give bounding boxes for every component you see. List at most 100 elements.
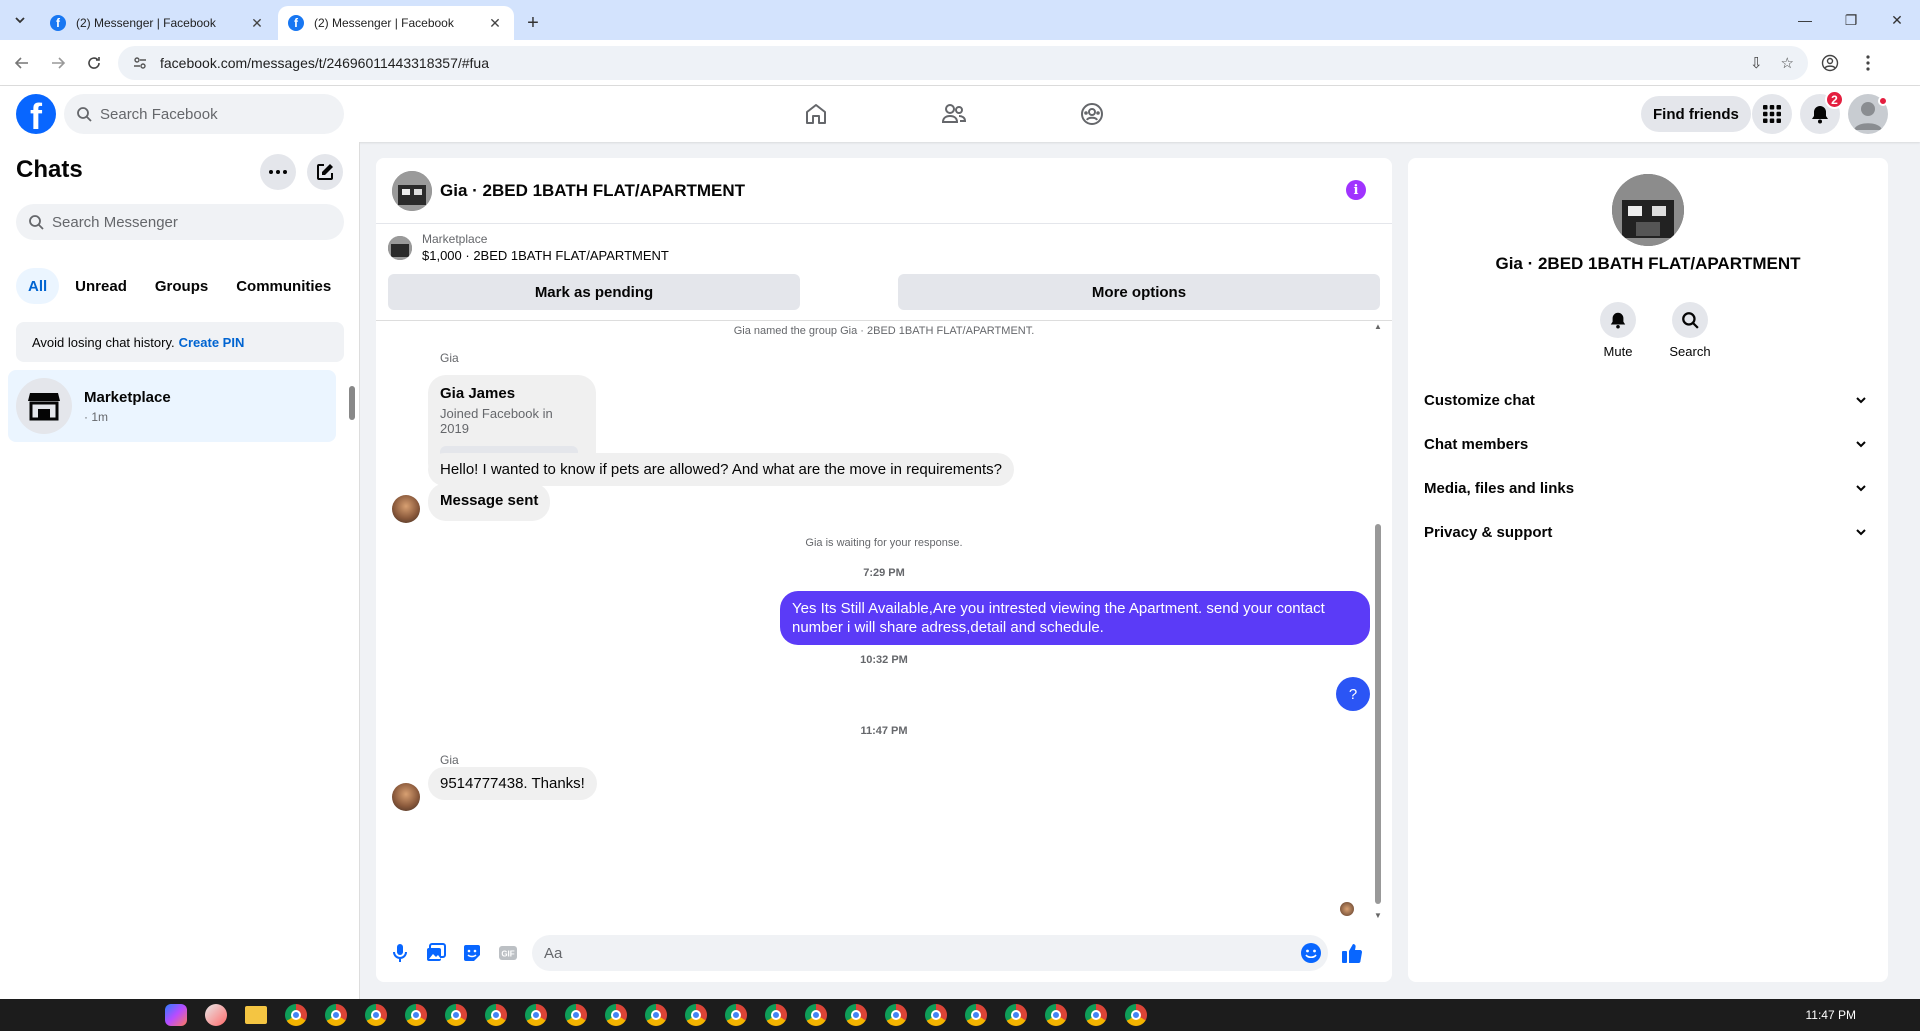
outgoing-message-bubble[interactable]: Yes Its Still Available,Are you intreste… bbox=[780, 591, 1370, 645]
sidebar-scrollbar-thumb[interactable] bbox=[349, 386, 355, 420]
close-tab-icon[interactable]: ✕ bbox=[486, 15, 504, 32]
search-in-conversation-button[interactable] bbox=[1672, 302, 1708, 338]
sender-avatar[interactable] bbox=[392, 783, 420, 811]
chrome-taskbar-icon[interactable] bbox=[956, 999, 996, 1031]
new-tab-button[interactable]: + bbox=[516, 6, 550, 40]
chrome-taskbar-icon[interactable] bbox=[476, 999, 516, 1031]
message-input-box[interactable] bbox=[532, 935, 1328, 971]
filter-groups[interactable]: Groups bbox=[143, 268, 220, 304]
chrome-taskbar-icon[interactable] bbox=[1036, 999, 1076, 1031]
chrome-taskbar-icon[interactable] bbox=[836, 999, 876, 1031]
filter-all[interactable]: All bbox=[16, 268, 60, 304]
notifications-button[interactable]: 2 bbox=[1800, 90, 1844, 134]
chrome-taskbar-icon[interactable] bbox=[676, 999, 716, 1031]
voice-clip-button[interactable] bbox=[382, 935, 418, 971]
profile-icon[interactable] bbox=[1814, 47, 1846, 79]
emoji-icon[interactable] bbox=[1300, 942, 1322, 964]
forward-button[interactable] bbox=[44, 49, 72, 77]
sidebar-scrollbar[interactable] bbox=[348, 374, 356, 434]
chrome-taskbar-icon[interactable] bbox=[316, 999, 356, 1031]
find-friends-button[interactable]: Find friends bbox=[1641, 96, 1751, 132]
minimize-icon[interactable]: — bbox=[1782, 0, 1828, 40]
groups-nav-button[interactable] bbox=[1036, 86, 1148, 142]
close-tab-icon[interactable]: ✕ bbox=[248, 15, 266, 32]
chrome-taskbar-icon[interactable] bbox=[396, 999, 436, 1031]
filter-unread[interactable]: Unread bbox=[63, 268, 139, 304]
filter-communities[interactable]: Communities bbox=[224, 268, 343, 304]
listing-thumb[interactable] bbox=[388, 235, 412, 260]
chat-options-button[interactable] bbox=[260, 154, 296, 190]
info-icon[interactable]: i bbox=[1346, 180, 1366, 200]
reload-button[interactable] bbox=[80, 49, 108, 77]
message-input[interactable] bbox=[544, 944, 1300, 962]
chrome-taskbar-icon[interactable] bbox=[356, 999, 396, 1031]
chrome-taskbar-icon[interactable] bbox=[1116, 999, 1156, 1031]
chrome-taskbar-icon[interactable] bbox=[636, 999, 676, 1031]
message-bubble[interactable]: Hello! I wanted to know if pets are allo… bbox=[428, 453, 1014, 486]
home-nav-button[interactable] bbox=[760, 86, 872, 142]
browser-tab-1[interactable]: f (2) Messenger | Facebook ✕ bbox=[40, 6, 276, 40]
chrome-taskbar-icon[interactable] bbox=[716, 999, 756, 1031]
sender-avatar[interactable] bbox=[392, 495, 420, 523]
mute-action[interactable]: Mute bbox=[1588, 302, 1648, 359]
taskbar-clock[interactable]: 11:47 PM bbox=[1806, 999, 1856, 1031]
address-bar[interactable]: facebook.com/messages/t/2469601144331835… bbox=[118, 45, 1808, 80]
scroll-up-arrow-icon[interactable]: ▲ bbox=[1372, 322, 1384, 331]
mark-as-pending-button[interactable]: Mark as pending bbox=[388, 274, 800, 310]
media-files-links-section[interactable]: Media, files and links bbox=[1416, 466, 1880, 510]
scroll-down-arrow-icon[interactable]: ▼ bbox=[1372, 911, 1384, 920]
chrome-taskbar-icon[interactable] bbox=[796, 999, 836, 1031]
conversation-scrollbar[interactable]: ▲ ▼ bbox=[1372, 322, 1384, 920]
listing-avatar[interactable] bbox=[392, 170, 432, 211]
chrome-taskbar-icon[interactable] bbox=[436, 999, 476, 1031]
message-bubble[interactable]: Message sent bbox=[428, 483, 551, 521]
facebook-logo-icon[interactable]: f bbox=[16, 94, 56, 134]
paint-taskbar-icon[interactable] bbox=[196, 999, 236, 1031]
outgoing-message-bubble[interactable]: ? bbox=[1336, 677, 1370, 711]
bookmark-star-icon[interactable]: ☆ bbox=[1781, 54, 1794, 72]
message-bubble[interactable]: 9514777438. Thanks! bbox=[428, 767, 597, 800]
install-app-icon[interactable]: ⇩ bbox=[1750, 54, 1763, 72]
create-pin-link[interactable]: Create PIN bbox=[179, 335, 245, 350]
facebook-search[interactable] bbox=[64, 94, 344, 134]
gif-button[interactable]: GIF bbox=[490, 935, 526, 971]
chrome-taskbar-icon[interactable] bbox=[276, 999, 316, 1031]
site-settings-icon[interactable] bbox=[132, 55, 148, 71]
new-message-button[interactable] bbox=[307, 154, 343, 190]
conversation-title[interactable]: Gia · 2BED 1BATH FLAT/APARTMENT bbox=[440, 181, 745, 201]
tab-search-button[interactable] bbox=[0, 0, 40, 40]
privacy-support-section[interactable]: Privacy & support bbox=[1416, 510, 1880, 554]
chat-members-section[interactable]: Chat members bbox=[1416, 422, 1880, 466]
messenger-search[interactable] bbox=[16, 204, 344, 240]
messenger-search-input[interactable] bbox=[52, 213, 322, 231]
close-window-icon[interactable]: ✕ bbox=[1874, 0, 1920, 40]
customize-chat-section[interactable]: Customize chat bbox=[1416, 378, 1880, 422]
chrome-taskbar-icon[interactable] bbox=[876, 999, 916, 1031]
search-action[interactable]: Search bbox=[1660, 302, 1720, 359]
chrome-taskbar-icon[interactable] bbox=[756, 999, 796, 1031]
like-button[interactable] bbox=[1334, 935, 1370, 971]
chrome-taskbar-icon[interactable] bbox=[996, 999, 1036, 1031]
restore-icon[interactable]: ❐ bbox=[1828, 0, 1874, 40]
menu-grid-button[interactable] bbox=[1752, 94, 1792, 134]
copilot-taskbar-icon[interactable] bbox=[156, 999, 196, 1031]
browser-tab-2[interactable]: f (2) Messenger | Facebook ✕ bbox=[278, 6, 514, 40]
file-explorer-taskbar-icon[interactable] bbox=[236, 999, 276, 1031]
facebook-search-input[interactable] bbox=[100, 105, 320, 123]
chrome-taskbar-icon[interactable] bbox=[1076, 999, 1116, 1031]
listing-price-title[interactable]: $1,000 · 2BED 1BATH FLAT/APARTMENT bbox=[422, 248, 669, 263]
more-options-button[interactable]: More options bbox=[898, 274, 1380, 310]
chrome-taskbar-icon[interactable] bbox=[516, 999, 556, 1031]
sticker-button[interactable] bbox=[454, 935, 490, 971]
browser-menu-icon[interactable] bbox=[1852, 47, 1884, 79]
chrome-taskbar-icon[interactable] bbox=[596, 999, 636, 1031]
back-button[interactable] bbox=[8, 49, 36, 77]
mute-button[interactable] bbox=[1600, 302, 1636, 338]
chrome-taskbar-icon[interactable] bbox=[556, 999, 596, 1031]
conversation-scrollbar-thumb[interactable] bbox=[1375, 524, 1381, 904]
details-avatar[interactable] bbox=[1612, 174, 1684, 246]
attach-media-button[interactable] bbox=[418, 935, 454, 971]
chat-list-item[interactable]: Marketplace · 1m bbox=[8, 370, 336, 442]
friends-nav-button[interactable] bbox=[898, 86, 1010, 142]
chrome-taskbar-icon[interactable] bbox=[916, 999, 956, 1031]
